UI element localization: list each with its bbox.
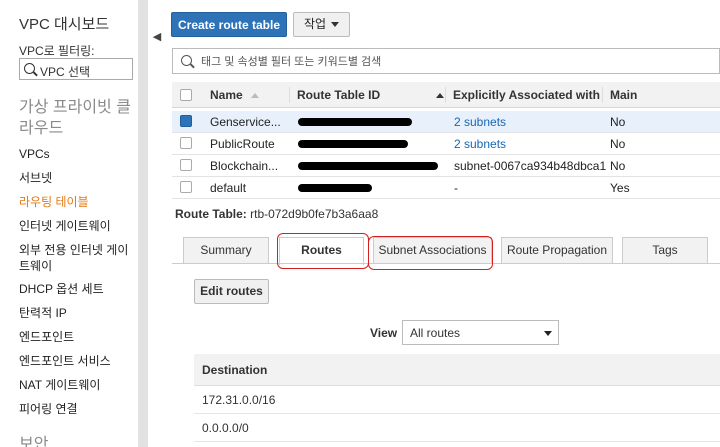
column-name-label: Name xyxy=(210,88,243,102)
row-name: Genservice... xyxy=(210,115,281,129)
sidebar-item-peering-connections[interactable]: 피어링 연결 xyxy=(19,401,134,417)
routes-table-header: Destination xyxy=(194,354,720,386)
row-checkbox[interactable] xyxy=(180,159,192,171)
vpc-filter-value: VPC 선택 xyxy=(40,65,91,79)
sidebar-item-endpoint-services[interactable]: 엔드포인트 서비스 xyxy=(19,353,134,369)
row-checkbox[interactable] xyxy=(180,181,192,193)
route-destination: 0.0.0.0/0 xyxy=(202,421,249,435)
redacted-route-table-id xyxy=(298,162,438,170)
tab-routes[interactable]: Routes xyxy=(279,237,364,265)
sidebar-title[interactable]: VPC 대시보드 xyxy=(19,13,109,34)
tab-subnet-associations[interactable]: Subnet Associations xyxy=(373,237,492,263)
edit-routes-button[interactable]: Edit routes xyxy=(194,279,269,304)
row-main: Yes xyxy=(610,181,630,195)
row-main: No xyxy=(610,137,626,151)
row-checkbox[interactable] xyxy=(180,137,192,149)
column-header-destination[interactable]: Destination xyxy=(202,363,267,377)
table-row[interactable]: Genservice... 2 subnets No xyxy=(172,111,720,133)
sidebar-scrollbar[interactable] xyxy=(138,0,148,447)
route-destination: 172.31.0.0/16 xyxy=(202,393,276,407)
row-associated: - xyxy=(454,181,458,195)
view-select[interactable]: All routes xyxy=(402,320,559,345)
row-name: default xyxy=(210,181,247,195)
filter-search-input[interactable] xyxy=(199,52,703,72)
filter-search-box[interactable] xyxy=(172,48,720,74)
route-row: 172.31.0.0/16 xyxy=(194,386,720,414)
route-row: 0.0.0.0/0 xyxy=(194,414,720,442)
tab-summary[interactable]: Summary xyxy=(183,237,269,263)
table-header: Name Route Table ID Explicitly Associate… xyxy=(172,82,720,108)
row-associated-subnets-link[interactable]: 2 subnets xyxy=(454,133,506,154)
sort-icon xyxy=(250,93,259,98)
sidebar-item-internet-gateways[interactable]: 인터넷 게이트웨이 xyxy=(19,218,134,234)
sidebar-section-title: 가상 프라이빗 클라우드 xyxy=(19,99,131,137)
sort-ascending-icon[interactable] xyxy=(436,93,444,98)
actions-label: 작업 xyxy=(303,17,327,31)
route-table-label: Route Table: xyxy=(175,207,247,221)
sidebar: VPC 대시보드 VPC로 필터링: VPC 선택 가상 프라이빗 클라우드 V… xyxy=(0,0,138,447)
table-row[interactable]: Blockchain... subnet-0067ca934b48dbca1 N… xyxy=(172,155,720,177)
vpc-filter-label: VPC로 필터링: xyxy=(19,44,95,58)
tab-route-propagation[interactable]: Route Propagation xyxy=(501,237,613,263)
sidebar-item-nat-gateways[interactable]: NAT 게이트웨이 xyxy=(19,377,134,393)
row-main: No xyxy=(610,115,626,129)
sidebar-item-egress-only-gateways[interactable]: 외부 전용 인터넷 게이트웨이 xyxy=(19,242,134,274)
row-main: No xyxy=(610,159,626,173)
tab-tags[interactable]: Tags xyxy=(622,237,708,263)
select-all-checkbox[interactable] xyxy=(180,89,192,101)
row-associated-subnets-link[interactable]: 2 subnets xyxy=(454,111,506,132)
sidebar-section-security: 보안 xyxy=(19,436,49,447)
search-icon xyxy=(181,55,192,66)
column-header-explicitly-associated[interactable]: Explicitly Associated with xyxy=(453,82,600,107)
sidebar-item-vpcs[interactable]: VPCs xyxy=(19,146,134,162)
actions-dropdown-button[interactable]: 작업 xyxy=(293,12,350,37)
chevron-down-icon xyxy=(544,331,552,336)
collapse-sidebar-icon[interactable]: ◀ xyxy=(150,28,164,46)
view-select-value: All routes xyxy=(410,326,461,340)
selected-route-table-label: Route Table: rtb-072d9b0fe7b3a6aa8 xyxy=(175,207,378,221)
tab-divider xyxy=(172,263,720,264)
sidebar-item-dhcp-options[interactable]: DHCP 옵션 세트 xyxy=(19,281,134,297)
chevron-down-icon xyxy=(331,22,340,27)
sidebar-item-elastic-ips[interactable]: 탄력적 IP xyxy=(19,305,134,321)
redacted-route-table-id xyxy=(298,184,372,192)
table-row[interactable]: default - Yes xyxy=(172,177,720,199)
redacted-route-table-id xyxy=(298,118,412,126)
row-name: PublicRoute xyxy=(210,137,275,151)
search-icon xyxy=(24,63,35,74)
column-main-label: Main xyxy=(610,88,638,102)
row-name: Blockchain... xyxy=(210,159,279,173)
view-label: View xyxy=(370,326,398,340)
redacted-route-table-id xyxy=(298,140,408,148)
sidebar-item-subnets[interactable]: 서브넷 xyxy=(19,170,134,186)
create-route-table-button[interactable]: Create route table xyxy=(171,12,287,37)
table-row[interactable]: PublicRoute 2 subnets No xyxy=(172,133,720,155)
column-header-main[interactable]: Main xyxy=(610,82,637,107)
sidebar-item-route-tables[interactable]: 라우팅 테이블 xyxy=(19,194,134,210)
column-header-name[interactable]: Name xyxy=(210,82,259,107)
column-assoc-label: Explicitly Associated with xyxy=(453,88,600,102)
column-header-route-table-id[interactable]: Route Table ID xyxy=(297,82,380,107)
sidebar-item-endpoints[interactable]: 엔드포인트 xyxy=(19,329,134,345)
row-associated-subnet: subnet-0067ca934b48dbca1 xyxy=(454,159,607,173)
column-id-label: Route Table ID xyxy=(297,88,381,102)
route-table-id: rtb-072d9b0fe7b3a6aa8 xyxy=(250,207,379,221)
vpc-filter-select[interactable]: VPC 선택 xyxy=(19,58,133,80)
row-checkbox[interactable] xyxy=(180,115,192,127)
